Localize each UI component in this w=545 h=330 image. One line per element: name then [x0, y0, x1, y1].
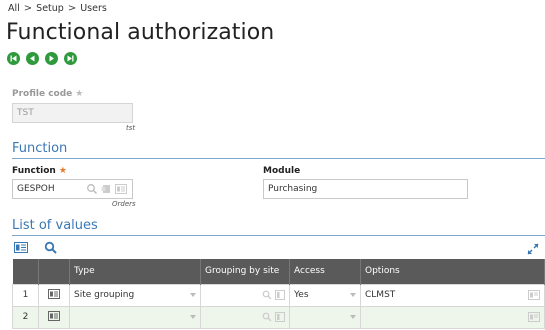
- breadcrumb-all[interactable]: All: [8, 3, 20, 14]
- type-cell[interactable]: Site grouping: [69, 283, 201, 307]
- next-record-button[interactable]: [45, 52, 58, 65]
- access-value: Yes: [294, 290, 309, 300]
- breadcrumb: All > Setup > Users: [8, 3, 107, 14]
- grid-detail-icon[interactable]: [14, 242, 28, 253]
- search-icon[interactable]: [262, 290, 272, 300]
- profile-code-input[interactable]: TST: [12, 103, 133, 123]
- dropdown-arrow-icon[interactable]: [350, 315, 356, 319]
- dropdown-arrow-icon[interactable]: [350, 293, 356, 297]
- first-record-button[interactable]: [7, 52, 20, 65]
- options-header[interactable]: Options: [360, 259, 545, 284]
- record-navigation: [7, 52, 77, 65]
- search-icon[interactable]: [262, 312, 272, 322]
- previous-record-button[interactable]: [26, 52, 39, 65]
- page-title: Functional authorization: [6, 20, 275, 45]
- detail-icon[interactable]: [115, 184, 127, 194]
- breadcrumb-setup[interactable]: Setup: [36, 3, 64, 14]
- profile-code-label: Profile code ★: [12, 89, 83, 99]
- function-sublabel: Orders: [112, 200, 136, 208]
- options-cell[interactable]: [360, 305, 545, 329]
- row-detail-cell[interactable]: [38, 283, 70, 307]
- values-table: Type Grouping by site Access Options 1 S…: [12, 259, 545, 329]
- row-number: 2: [12, 305, 39, 329]
- grid-search-icon[interactable]: [44, 241, 57, 254]
- list-section-divider: [12, 235, 545, 236]
- function-label-text: Function: [12, 166, 56, 176]
- required-star-icon: ★: [58, 166, 67, 176]
- list-section-title: List of values: [12, 218, 98, 233]
- search-icon[interactable]: [86, 183, 98, 195]
- breadcrumb-separator: >: [23, 3, 33, 14]
- type-cell[interactable]: [69, 305, 201, 329]
- profile-code-sublabel: tst: [126, 124, 136, 132]
- expand-icon[interactable]: [527, 243, 539, 255]
- last-record-button[interactable]: [64, 52, 77, 65]
- options-value: CLMST: [365, 290, 396, 300]
- grouping-by-site-header[interactable]: Grouping by site: [200, 259, 290, 284]
- detail-header: [38, 259, 70, 284]
- row-detail-cell[interactable]: [38, 305, 70, 329]
- module-label: Module: [263, 166, 301, 176]
- access-header[interactable]: Access: [289, 259, 361, 284]
- detail-icon[interactable]: [275, 290, 285, 300]
- optional-star-icon: ★: [75, 89, 84, 99]
- module-input[interactable]: Purchasing: [263, 179, 468, 199]
- function-label: Function ★: [12, 166, 67, 176]
- table-row[interactable]: 1 Site grouping Yes CLMST: [12, 283, 545, 307]
- function-section-divider: [12, 158, 545, 159]
- rownum-header: [12, 259, 39, 284]
- options-cell[interactable]: CLMST: [360, 283, 545, 307]
- type-value: Site grouping: [74, 290, 135, 300]
- row-number: 1: [12, 283, 39, 307]
- type-header[interactable]: Type: [69, 259, 201, 284]
- breadcrumb-users[interactable]: Users: [80, 3, 107, 14]
- grouping-cell[interactable]: [200, 305, 290, 329]
- function-field-icons: [86, 183, 127, 195]
- profile-code-label-text: Profile code: [12, 89, 73, 99]
- detail-icon[interactable]: [275, 312, 285, 322]
- table-header-row: Type Grouping by site Access Options: [12, 259, 545, 284]
- last-icon: [67, 55, 74, 62]
- first-icon: [10, 55, 17, 62]
- table-row[interactable]: 2: [12, 305, 545, 329]
- function-section-title: Function: [12, 141, 68, 156]
- access-cell[interactable]: Yes: [289, 283, 361, 307]
- detail-icon[interactable]: [528, 290, 540, 300]
- previous-icon: [30, 55, 35, 62]
- row-detail-icon[interactable]: [48, 288, 60, 299]
- grouping-cell-icons: [262, 312, 285, 322]
- row-detail-icon[interactable]: [48, 310, 60, 321]
- breadcrumb-separator: >: [67, 3, 77, 14]
- detail-icon[interactable]: [528, 312, 540, 322]
- open-link-icon[interactable]: [101, 183, 112, 195]
- grouping-cell-icons: [262, 290, 285, 300]
- next-icon: [49, 55, 54, 62]
- dropdown-arrow-icon[interactable]: [190, 315, 196, 319]
- access-cell[interactable]: [289, 305, 361, 329]
- dropdown-arrow-icon[interactable]: [190, 293, 196, 297]
- grouping-cell[interactable]: [200, 283, 290, 307]
